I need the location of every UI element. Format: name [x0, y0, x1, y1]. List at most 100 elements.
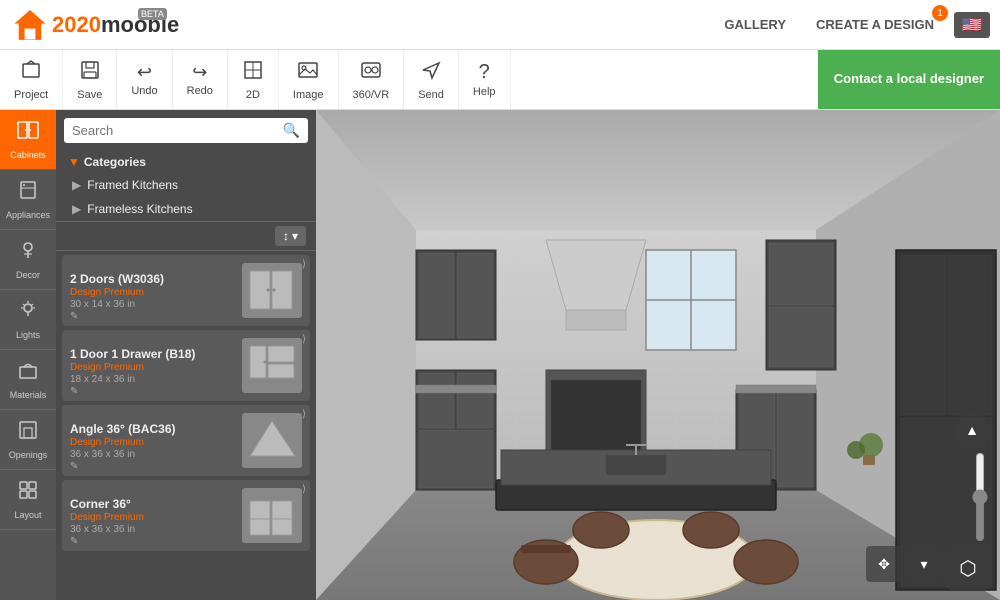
toolbar-undo[interactable]: ↩ Undo: [117, 50, 172, 109]
item-info: 2 Doors (W3036) Design Premium 30 x 14 x…: [70, 272, 234, 310]
contact-button[interactable]: Contact a local designer: [818, 50, 1000, 109]
flag-button[interactable]: 🇺🇸: [954, 12, 990, 38]
item-name: Corner 36°: [70, 497, 234, 511]
item-badge: Design Premium: [70, 512, 234, 523]
2d-label: 2D: [246, 89, 260, 101]
beta-badge: BETA: [138, 8, 167, 20]
canvas-area[interactable]: ▲ ✥ ▾ ⬡: [316, 110, 1000, 600]
item-info: 1 Door 1 Drawer (B18) Design Premium 18 …: [70, 347, 234, 385]
list-item[interactable]: 1 Door 1 Drawer (B18) Design Premium 18 …: [62, 330, 310, 401]
360vr-label: 360/VR: [353, 89, 390, 101]
item-size: 30 x 14 x 36 in: [70, 299, 234, 310]
item-badge: Design Premium: [70, 437, 234, 448]
item-info: Corner 36° Design Premium 36 x 36 x 36 i…: [70, 497, 234, 535]
toolbar-help[interactable]: ? Help: [459, 50, 511, 109]
toolbar-2d[interactable]: 2D: [228, 50, 279, 109]
item-name: Angle 36° (BAC36): [70, 422, 234, 436]
logo-icon: [12, 7, 48, 43]
help-icon: ?: [479, 61, 490, 84]
cabinets-icon: [16, 119, 40, 147]
zoom-slider[interactable]: [970, 452, 990, 542]
toolbar: Project Save ↩ Undo ↪ Redo 2D Image 360/…: [0, 50, 1000, 110]
category-framed-label: Framed Kitchens: [87, 178, 178, 192]
chevron-right-icon-2: ▶: [72, 202, 81, 216]
cabinets-label: Cabinets: [10, 150, 46, 160]
categories-label: Categories: [84, 155, 146, 169]
items-list: 2 Doors (W3036) Design Premium 30 x 14 x…: [56, 251, 316, 600]
item-arrow-icon: ⟩: [302, 484, 306, 495]
toolbar-send[interactable]: Send: [404, 50, 459, 109]
gallery-link[interactable]: GALLERY: [724, 17, 786, 32]
categories-header: ▼ Categories: [56, 151, 316, 173]
item-preview: [242, 488, 302, 543]
decor-label: Decor: [16, 270, 40, 280]
item-edit-icon: ✎: [70, 311, 78, 322]
sidebar-item-openings[interactable]: Openings: [0, 410, 56, 470]
decor-icon: [17, 239, 39, 267]
nav-row: ✥ ▾ ⬡: [866, 546, 990, 590]
sort-button[interactable]: ↕ ▾: [275, 226, 306, 246]
save-icon: [79, 59, 101, 87]
2d-icon: [242, 59, 264, 87]
category-frameless[interactable]: ▶ Frameless Kitchens: [56, 197, 316, 221]
list-item[interactable]: Angle 36° (BAC36) Design Premium 36 x 36…: [62, 405, 310, 476]
appliances-label: Appliances: [6, 210, 50, 220]
toolbar-redo[interactable]: ↪ Redo: [173, 50, 228, 109]
sort-bar: ↕ ▾: [56, 221, 316, 251]
search-input[interactable]: [72, 123, 279, 138]
search-bar: 🔍: [64, 118, 308, 143]
sidebar-item-layout[interactable]: Layout: [0, 470, 56, 530]
item-badge: Design Premium: [70, 362, 234, 373]
nav-move-button[interactable]: ✥: [866, 546, 902, 582]
toolbar-project[interactable]: Project: [0, 50, 63, 109]
materials-icon: [17, 359, 39, 387]
category-framed[interactable]: ▶ Framed Kitchens: [56, 173, 316, 197]
project-label: Project: [14, 89, 48, 101]
nav-controls: ▲ ✥ ▾ ⬡: [866, 412, 990, 590]
openings-label: Openings: [9, 450, 48, 460]
help-label: Help: [473, 86, 496, 98]
item-size: 18 x 24 x 36 in: [70, 374, 234, 385]
appliances-icon: [17, 179, 39, 207]
item-arrow-icon: ⟩: [302, 409, 306, 420]
redo-icon: ↪: [192, 62, 207, 83]
sidebar-item-decor[interactable]: Decor: [0, 230, 56, 290]
undo-label: Undo: [131, 85, 157, 97]
item-size: 36 x 36 x 36 in: [70, 449, 234, 460]
item-preview: [242, 413, 302, 468]
3d-cube-button[interactable]: ⬡: [946, 546, 990, 590]
sidebar-item-cabinets[interactable]: Cabinets: [0, 110, 56, 170]
list-item[interactable]: 2 Doors (W3036) Design Premium 30 x 14 x…: [62, 255, 310, 326]
send-icon: [420, 59, 442, 87]
main: Cabinets Appliances Decor Lights Materia…: [0, 110, 1000, 600]
header: 2020mooble BETA GALLERY CREATE A DESIGN …: [0, 0, 1000, 50]
chevron-down-icon: ▼: [68, 155, 80, 169]
create-link[interactable]: CREATE A DESIGN: [816, 17, 934, 32]
sort-arrow-down: ▾: [292, 229, 298, 243]
item-preview: [242, 338, 302, 393]
redo-label: Redo: [187, 85, 213, 97]
openings-icon: [17, 419, 39, 447]
item-badge: Design Premium: [70, 287, 234, 298]
nav-down-button[interactable]: ▾: [906, 546, 942, 582]
item-name: 2 Doors (W3036): [70, 272, 234, 286]
panel: 🔍 ▼ Categories ▶ Framed Kitchens ▶ Frame…: [56, 110, 316, 600]
materials-label: Materials: [10, 390, 47, 400]
save-label: Save: [77, 89, 102, 101]
toolbar-save[interactable]: Save: [63, 50, 117, 109]
item-arrow-icon: ⟩: [302, 334, 306, 345]
send-label: Send: [418, 89, 444, 101]
image-icon: [297, 59, 319, 87]
list-item[interactable]: Corner 36° Design Premium 36 x 36 x 36 i…: [62, 480, 310, 551]
item-size: 36 x 36 x 36 in: [70, 524, 234, 535]
sidebar-item-materials[interactable]: Materials: [0, 350, 56, 410]
search-icon[interactable]: 🔍: [283, 122, 300, 139]
sidebar-item-lights[interactable]: Lights: [0, 290, 56, 350]
lights-label: Lights: [16, 330, 40, 340]
item-edit-icon: ✎: [70, 386, 78, 397]
toolbar-360vr[interactable]: 360/VR: [339, 50, 405, 109]
item-edit-icon: ✎: [70, 536, 78, 547]
nav-up-button[interactable]: ▲: [954, 412, 990, 448]
toolbar-image[interactable]: Image: [279, 50, 339, 109]
sidebar-item-appliances[interactable]: Appliances: [0, 170, 56, 230]
